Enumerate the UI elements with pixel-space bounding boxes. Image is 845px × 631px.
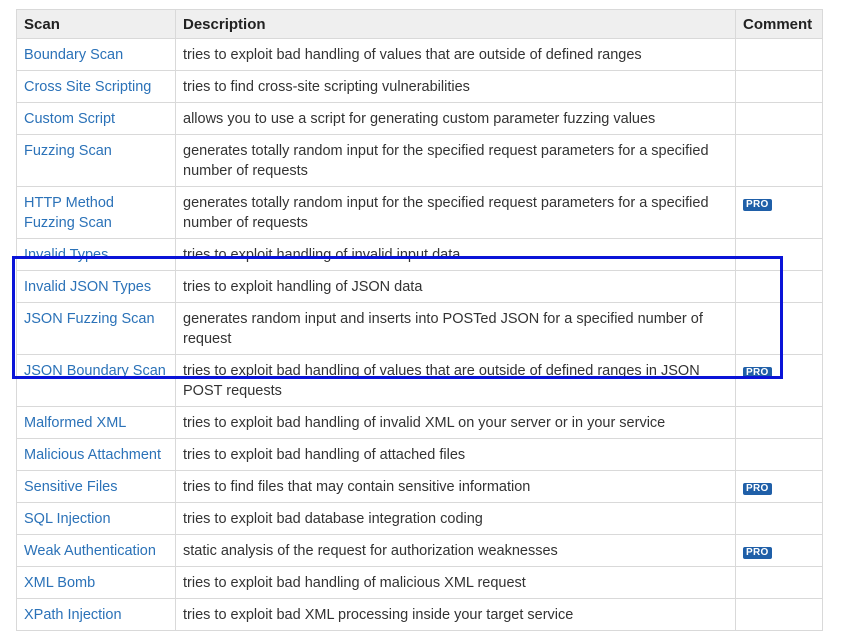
description-cell: tries to exploit handling of JSON data bbox=[175, 270, 736, 303]
comment-cell bbox=[735, 566, 823, 599]
pro-badge: PRO bbox=[743, 547, 772, 559]
scan-link[interactable]: Invalid JSON Types bbox=[24, 279, 151, 295]
scan-cell: JSON Fuzzing Scan bbox=[16, 302, 176, 355]
table-row: Fuzzing Scan generates totally random inp… bbox=[16, 134, 823, 187]
scan-cell: Malicious Attachment bbox=[16, 438, 176, 471]
scan-link[interactable]: Malicious Attachment bbox=[24, 447, 161, 463]
pro-badge: PRO bbox=[743, 199, 772, 211]
description-cell: generates random input and inserts into … bbox=[175, 302, 736, 355]
comment-cell: PRO bbox=[735, 354, 823, 407]
table-row: Malicious Attachment tries to exploit bad… bbox=[16, 438, 823, 471]
comment-cell bbox=[735, 302, 823, 355]
header-comment: Comment bbox=[735, 9, 823, 39]
table-row: Custom Script allows you to use a script … bbox=[16, 102, 823, 135]
description-cell: static analysis of the request for autho… bbox=[175, 534, 736, 567]
description-cell: allows you to use a script for generatin… bbox=[175, 102, 736, 135]
scan-link[interactable]: JSON Boundary Scan bbox=[24, 363, 166, 379]
description-cell: generates totally random input for the s… bbox=[175, 186, 736, 239]
scan-link[interactable]: Invalid Types bbox=[24, 247, 108, 263]
scan-cell: Cross Site Scripting bbox=[16, 70, 176, 103]
table-row: JSON Fuzzing Scan generates random input … bbox=[16, 302, 823, 355]
scan-cell: JSON Boundary Scan bbox=[16, 354, 176, 407]
comment-cell bbox=[735, 270, 823, 303]
description-cell: tries to find files that may contain sen… bbox=[175, 470, 736, 503]
header-description: Description bbox=[175, 9, 736, 39]
table-row: HTTP Method Fuzzing Scan generates totall… bbox=[16, 186, 823, 239]
table-row: JSON Boundary Scan tries to exploit bad h… bbox=[16, 354, 823, 407]
pro-badge: PRO bbox=[743, 483, 772, 495]
comment-cell bbox=[735, 438, 823, 471]
scan-cell: SQL Injection bbox=[16, 502, 176, 535]
table-row: SQL Injection tries to exploit bad databa… bbox=[16, 502, 823, 535]
scans-table-container: Scan Description Comment Boundary Scan tr… bbox=[16, 9, 823, 631]
table-body: Boundary Scan tries to exploit bad handli… bbox=[16, 38, 823, 631]
description-cell: tries to exploit bad handling of attache… bbox=[175, 438, 736, 471]
pro-badge: PRO bbox=[743, 367, 772, 379]
comment-cell bbox=[735, 38, 823, 71]
scan-link[interactable]: Cross Site Scripting bbox=[24, 79, 151, 95]
scan-cell: Malformed XML bbox=[16, 406, 176, 439]
description-cell: tries to exploit handling of invalid inp… bbox=[175, 238, 736, 271]
scan-link[interactable]: XML Bomb bbox=[24, 575, 95, 591]
scan-link[interactable]: Weak Authentication bbox=[24, 543, 156, 559]
scan-cell: Custom Script bbox=[16, 102, 176, 135]
scan-cell: Boundary Scan bbox=[16, 38, 176, 71]
description-cell: tries to exploit bad handling of malicio… bbox=[175, 566, 736, 599]
scan-cell: Weak Authentication bbox=[16, 534, 176, 567]
scan-link[interactable]: JSON Fuzzing Scan bbox=[24, 311, 155, 327]
scan-cell: Invalid Types bbox=[16, 238, 176, 271]
description-cell: tries to exploit bad handling of invalid… bbox=[175, 406, 736, 439]
description-cell: tries to find cross-site scripting vulne… bbox=[175, 70, 736, 103]
table-row: Boundary Scan tries to exploit bad handli… bbox=[16, 38, 823, 71]
header-scan: Scan bbox=[16, 9, 176, 39]
description-cell: tries to exploit bad database integratio… bbox=[175, 502, 736, 535]
description-cell: tries to exploit bad handling of values … bbox=[175, 354, 736, 407]
table-row: Malformed XML tries to exploit bad handli… bbox=[16, 406, 823, 439]
description-cell: generates totally random input for the s… bbox=[175, 134, 736, 187]
scan-cell: Fuzzing Scan bbox=[16, 134, 176, 187]
description-cell: tries to exploit bad handling of values … bbox=[175, 38, 736, 71]
comment-cell bbox=[735, 598, 823, 631]
scan-cell: Sensitive Files bbox=[16, 470, 176, 503]
table-row: Cross Site Scripting tries to find cross-… bbox=[16, 70, 823, 103]
comment-cell bbox=[735, 70, 823, 103]
comment-cell: PRO bbox=[735, 534, 823, 567]
comment-cell bbox=[735, 134, 823, 187]
table-row: XML Bomb tries to exploit bad handling of… bbox=[16, 566, 823, 599]
scan-link[interactable]: HTTP Method Fuzzing Scan bbox=[24, 195, 114, 231]
scan-link[interactable]: Fuzzing Scan bbox=[24, 143, 112, 159]
scan-link[interactable]: Custom Script bbox=[24, 111, 115, 127]
comment-cell bbox=[735, 502, 823, 535]
scan-link[interactable]: Boundary Scan bbox=[24, 47, 123, 63]
table-row: Weak Authentication static analysis of th… bbox=[16, 534, 823, 567]
description-cell: tries to exploit bad XML processing insi… bbox=[175, 598, 736, 631]
scan-cell: XML Bomb bbox=[16, 566, 176, 599]
table-row: Invalid JSON Types tries to exploit handl… bbox=[16, 270, 823, 303]
table-row: Invalid Types tries to exploit handling o… bbox=[16, 238, 823, 271]
scans-table: Scan Description Comment Boundary Scan tr… bbox=[16, 9, 823, 631]
scan-cell: Invalid JSON Types bbox=[16, 270, 176, 303]
comment-cell: PRO bbox=[735, 186, 823, 239]
scan-link[interactable]: XPath Injection bbox=[24, 607, 122, 623]
scan-link[interactable]: Malformed XML bbox=[24, 415, 126, 431]
scan-link[interactable]: Sensitive Files bbox=[24, 479, 117, 495]
table-header-row: Scan Description Comment bbox=[16, 9, 823, 39]
comment-cell: PRO bbox=[735, 470, 823, 503]
table-row: XPath Injection tries to exploit bad XML … bbox=[16, 598, 823, 631]
comment-cell bbox=[735, 406, 823, 439]
comment-cell bbox=[735, 102, 823, 135]
table-row: Sensitive Files tries to find files that … bbox=[16, 470, 823, 503]
scan-cell: HTTP Method Fuzzing Scan bbox=[16, 186, 176, 239]
scan-link[interactable]: SQL Injection bbox=[24, 511, 111, 527]
comment-cell bbox=[735, 238, 823, 271]
scan-cell: XPath Injection bbox=[16, 598, 176, 631]
